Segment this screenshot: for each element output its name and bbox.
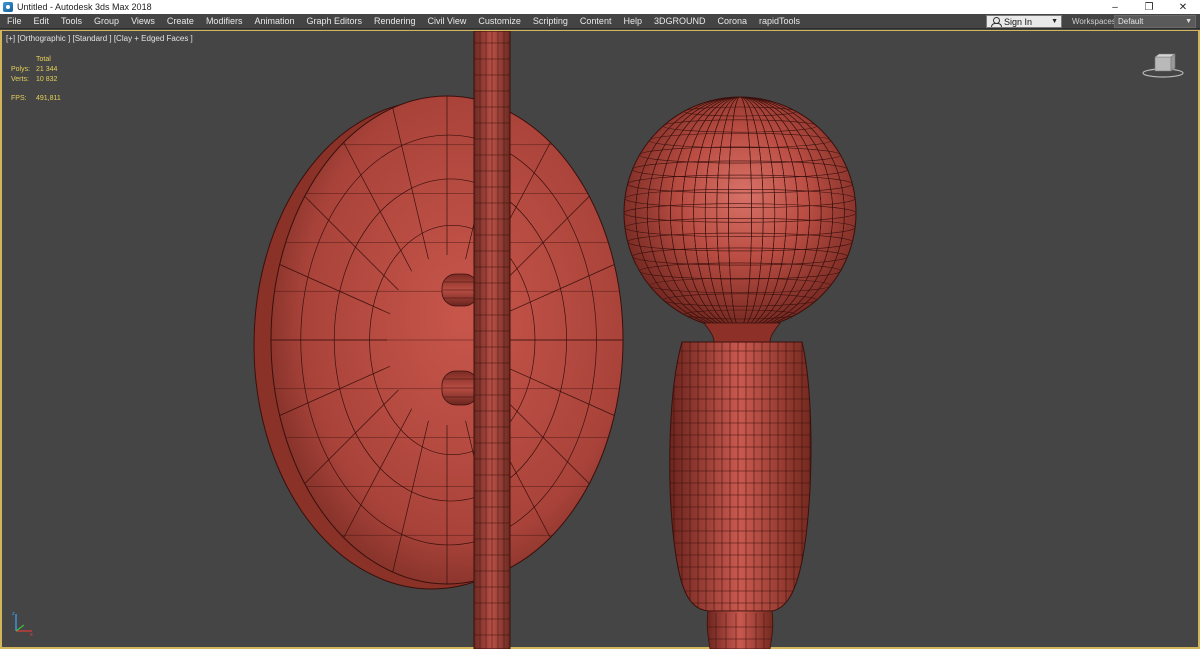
workspace-value: Default <box>1118 17 1144 26</box>
menu-scripting[interactable]: Scripting <box>527 14 574 29</box>
fps-value: 491,811 <box>36 95 61 102</box>
peg-lower[interactable] <box>441 370 479 406</box>
user-icon <box>991 17 1002 27</box>
disc-mesh[interactable] <box>253 90 627 590</box>
menu-customize[interactable]: Customize <box>472 14 527 29</box>
title-bar: Untitled - Autodesk 3ds Max 2018 – ❐ ✕ <box>0 0 1200 14</box>
fps-label: FPS: <box>11 95 27 102</box>
stats-overlay: Total Polys: 21 344 Verts: 10 832 <box>11 55 57 85</box>
menu-create[interactable]: Create <box>161 14 200 29</box>
sphere-head-mesh[interactable] <box>623 96 857 330</box>
app-logo-icon[interactable] <box>3 2 13 12</box>
workspace-select[interactable]: Default ▼ <box>1114 15 1196 28</box>
menu-edit[interactable]: Edit <box>28 14 56 29</box>
close-button[interactable]: ✕ <box>1166 0 1200 14</box>
menu-rapidtools[interactable]: rapidTools <box>753 14 806 29</box>
menu-civil-view[interactable]: Civil View <box>422 14 473 29</box>
viewport-label[interactable]: [+] [Orthographic ] [Standard ] [Clay + … <box>6 34 193 43</box>
fps-readout: FPS: 491,811 <box>11 95 61 102</box>
pole-mesh[interactable] <box>473 31 511 649</box>
svg-text:x: x <box>30 632 33 637</box>
minimize-button[interactable]: – <box>1098 0 1132 14</box>
axis-tripod-icon: z x <box>12 611 33 637</box>
polys-value: 21 344 <box>36 66 58 73</box>
window-title: Untitled - Autodesk 3ds Max 2018 <box>17 2 152 12</box>
menu-corona[interactable]: Corona <box>711 14 753 29</box>
body-mesh[interactable] <box>662 341 817 612</box>
menu-bar: File Edit Tools Group Views Create Modif… <box>0 14 1200 29</box>
menu-group[interactable]: Group <box>88 14 125 29</box>
menu-graph-editors[interactable]: Graph Editors <box>300 14 368 29</box>
restore-button[interactable]: ❐ <box>1132 0 1166 14</box>
svg-text:z: z <box>12 611 15 617</box>
chevron-down-icon: ▼ <box>1051 18 1058 25</box>
viewport-orthographic[interactable]: [+] [Orthographic ] [Standard ] [Clay + … <box>0 30 1200 649</box>
menu-3dground[interactable]: 3DGROUND <box>648 14 712 29</box>
window-controls: – ❐ ✕ <box>1098 0 1200 14</box>
viewcube-icon[interactable] <box>1142 51 1184 79</box>
neck-mesh[interactable] <box>703 322 781 343</box>
workspaces-label: Workspaces: <box>1072 17 1119 26</box>
polys-label: Polys: <box>11 66 31 73</box>
peg-upper[interactable] <box>441 273 479 307</box>
menu-help[interactable]: Help <box>617 14 648 29</box>
stem-mesh[interactable] <box>706 610 774 649</box>
stats-header: Total <box>36 56 51 63</box>
verts-value: 10 832 <box>36 76 58 83</box>
sign-in-dropdown[interactable]: Sign In ▼ <box>986 15 1062 28</box>
viewport-scene <box>253 31 857 649</box>
chevron-down-icon: ▼ <box>1185 18 1192 25</box>
menu-views[interactable]: Views <box>125 14 161 29</box>
menu-rendering[interactable]: Rendering <box>368 14 422 29</box>
menu-content[interactable]: Content <box>574 14 618 29</box>
verts-label: Verts: <box>11 76 29 83</box>
menu-file[interactable]: File <box>0 14 28 29</box>
menu-modifiers[interactable]: Modifiers <box>200 14 249 29</box>
sign-in-label: Sign In <box>1004 16 1033 27</box>
menu-animation[interactable]: Animation <box>248 14 300 29</box>
menu-tools[interactable]: Tools <box>55 14 88 29</box>
